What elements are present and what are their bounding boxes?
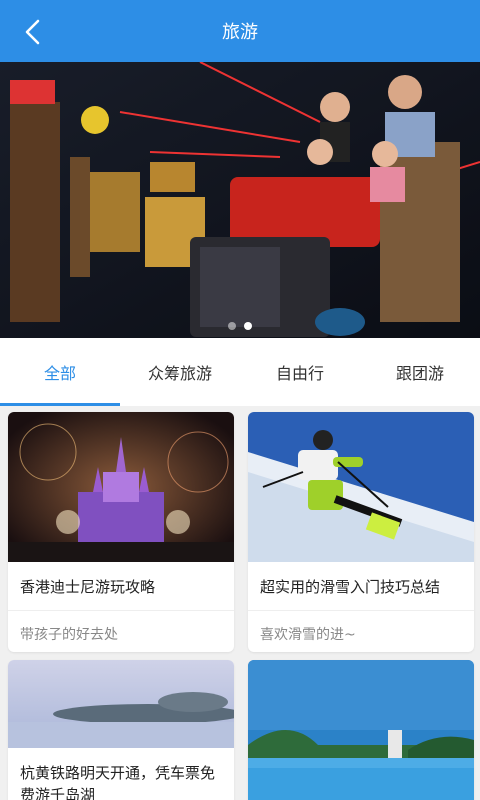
article-card[interactable]: 超实用的滑雪入门技巧总结 喜欢滑雪的进~: [248, 412, 474, 652]
carousel-indicator: [0, 322, 480, 330]
article-grid: 香港迪士尼游玩攻略 带孩子的好去处 超实用的滑雪入门技巧总结 喜欢滑雪的进~ 杭…: [0, 406, 480, 800]
tab-independent-travel[interactable]: 自由行: [240, 338, 360, 406]
category-tabs: 全部 众筹旅游 自由行 跟团游: [0, 338, 480, 406]
article-title: 超实用的滑雪入门技巧总结: [260, 578, 441, 596]
article-card[interactable]: [248, 660, 474, 800]
tab-crowdfunding-travel[interactable]: 众筹旅游: [120, 338, 240, 406]
article-card[interactable]: 香港迪士尼游玩攻略 带孩子的好去处: [8, 412, 234, 652]
article-image: [8, 660, 234, 748]
carousel-dot-active[interactable]: [244, 322, 252, 330]
article-image: [248, 412, 474, 562]
article-card[interactable]: 杭黄铁路明天开通，凭车票免费游千岛湖: [8, 660, 234, 800]
article-title: 香港迪士尼游玩攻略: [20, 578, 156, 596]
carousel-dot[interactable]: [228, 322, 236, 330]
tab-group-tour[interactable]: 跟团游: [360, 338, 480, 406]
article-subtitle: 喜欢滑雪的进~: [248, 610, 474, 652]
tab-all[interactable]: 全部: [0, 338, 120, 406]
top-bar: 旅游: [0, 0, 480, 62]
chevron-left-icon: [25, 19, 40, 45]
banner-image: [0, 62, 480, 338]
banner-carousel[interactable]: [0, 62, 480, 338]
page-title: 旅游: [222, 22, 258, 43]
article-subtitle: 带孩子的好去处: [8, 610, 234, 652]
article-title: 杭黄铁路明天开通，凭车票免费游千岛湖: [20, 764, 216, 800]
article-image: [8, 412, 234, 562]
article-image: [248, 660, 474, 800]
back-button[interactable]: [14, 14, 50, 50]
